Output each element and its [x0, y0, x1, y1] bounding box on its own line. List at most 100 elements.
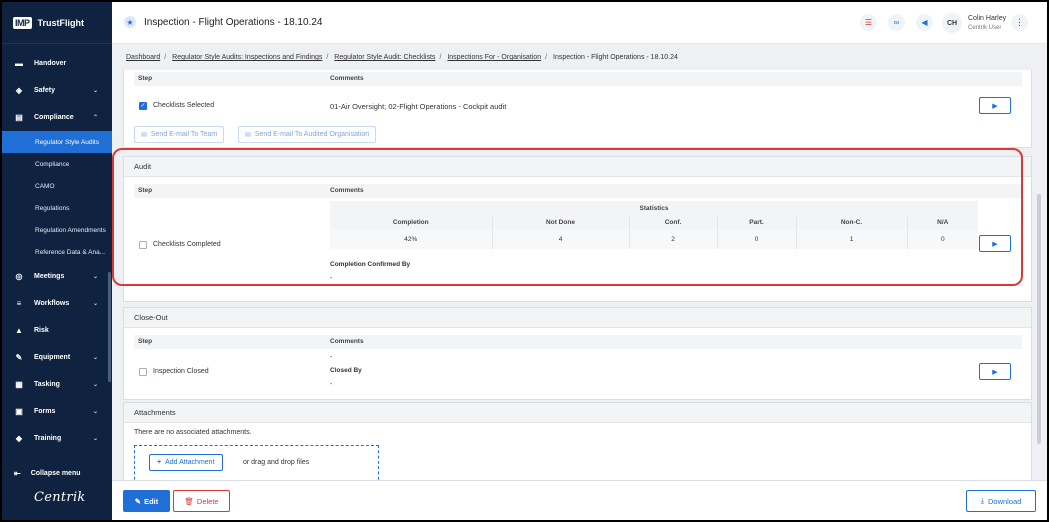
- breadcrumb-inspections-findings[interactable]: Regulator Style Audits: Inspections and …: [172, 54, 322, 61]
- run-step-button[interactable]: ▶: [979, 235, 1011, 252]
- meetings-icon: ◎: [15, 272, 23, 281]
- attachments-card: Attachments There are no associated atta…: [123, 402, 1032, 485]
- table-header: Step Comments: [134, 335, 1022, 349]
- download-button[interactable]: ⤓ Download: [966, 490, 1036, 512]
- table-header: Step Comments: [134, 72, 1022, 86]
- stat-value-completion: 42%: [330, 229, 493, 249]
- sidebar-scrollbar[interactable]: [108, 272, 111, 382]
- sidebar-item-equipment[interactable]: ✎ Equipment ⌄: [2, 344, 112, 371]
- collapse-menu-button[interactable]: ⇤ Collapse menu: [2, 462, 112, 484]
- sidebar-item-label: Handover: [34, 60, 67, 67]
- avatar[interactable]: CH: [942, 13, 962, 33]
- audit-statistics-table: Statistics Completion Not Done Conf. Par…: [330, 201, 978, 249]
- handover-icon: ▬: [15, 59, 23, 68]
- collapse-menu-label: Collapse menu: [30, 469, 81, 477]
- megaphone-icon[interactable]: ◀: [916, 14, 933, 31]
- checklists-completed-checkbox[interactable]: [139, 241, 147, 249]
- sidebar-item-label: Forms: [34, 408, 56, 415]
- more-options-icon[interactable]: ⋮: [1011, 14, 1028, 31]
- download-icon: ⤓: [980, 496, 984, 505]
- sidebar-subitem-reference-data[interactable]: Reference Data & Ana...: [2, 241, 112, 263]
- delete-button[interactable]: 🗑 Delete: [173, 490, 230, 512]
- sidebar-item-forms[interactable]: ▣ Forms ⌄: [2, 398, 112, 425]
- sidebar-item-workflows[interactable]: ≡ Workflows ⌄: [2, 290, 112, 317]
- stat-header-conf: Conf.: [629, 215, 718, 229]
- sidebar-item-tasking[interactable]: ▦ Tasking ⌄: [2, 371, 112, 398]
- user-name: Colin Harley: [968, 15, 1007, 22]
- col-comments: Comments: [330, 338, 364, 345]
- checklists-selected-checkbox[interactable]: ✓: [139, 102, 147, 110]
- button-label: Add Attachment: [165, 459, 215, 466]
- risk-icon: ▲: [15, 326, 23, 335]
- wrench-icon: ✎: [15, 353, 23, 362]
- attachment-dropzone[interactable]: + Add Attachment or drag and drop files: [134, 445, 379, 485]
- stat-header-part: Part.: [717, 215, 797, 229]
- tasking-icon: ▦: [15, 380, 23, 389]
- sidebar-subitem-camo[interactable]: CAMO: [2, 175, 112, 197]
- send-email-team-button[interactable]: ✉ Send E-mail To Team: [134, 126, 225, 143]
- breadcrumb-inspections-for-organisation[interactable]: Inspections For - Organisation: [447, 54, 541, 61]
- chevron-down-icon: ⌄: [92, 274, 98, 280]
- envelope-icon: ✉: [141, 131, 147, 139]
- breadcrumb-checklists[interactable]: Regulator Style Audit: Checklists: [334, 54, 435, 61]
- page-title-main: Inspection: [144, 17, 190, 28]
- breadcrumb-dashboard[interactable]: Dashboard: [126, 54, 160, 61]
- col-step: Step: [138, 338, 153, 345]
- sidebar-subitem-regulations[interactable]: Regulations: [2, 197, 112, 219]
- link-icon[interactable]: ∞: [888, 14, 905, 31]
- chevron-down-icon: ⌄: [92, 88, 98, 94]
- sidebar-item-compliance[interactable]: ▤ Compliance ⌃: [2, 104, 112, 131]
- database-icon[interactable]: ☰: [860, 14, 877, 31]
- run-step-button[interactable]: ▶: [979, 97, 1011, 114]
- breadcrumb: Dashboard / Regulator Style Audits: Inspe…: [126, 54, 678, 61]
- closed-by-value: -: [330, 381, 333, 388]
- chevron-down-icon: ⌄: [92, 382, 98, 388]
- shield-icon: ◈: [15, 86, 23, 95]
- add-attachment-button[interactable]: + Add Attachment: [149, 454, 223, 471]
- sidebar: IMP TrustFlight ▬ Handover ◈ Safety ⌄ ▤ …: [2, 2, 112, 520]
- workflow-icon: ≡: [16, 299, 22, 308]
- step-label: Inspection Closed: [153, 368, 209, 375]
- run-step-button[interactable]: ▶: [979, 363, 1011, 380]
- send-email-org-button[interactable]: ✉ Send E-mail To Audited Organisation: [238, 126, 377, 143]
- sidebar-item-label: Risk: [34, 327, 49, 334]
- button-label: Delete: [196, 496, 219, 506]
- inspection-closed-checkbox[interactable]: [139, 368, 147, 376]
- sidebar-subitem-regulator-style-audits[interactable]: Regulator Style Audits: [2, 131, 112, 153]
- button-label: Download: [987, 496, 1022, 506]
- play-icon: ▶: [992, 240, 998, 248]
- brand-logo: IMP: [13, 16, 32, 29]
- audit-title: Audit: [124, 157, 1031, 177]
- chevron-down-icon: ⌄: [92, 355, 98, 361]
- sidebar-item-risk[interactable]: ▲ Risk: [2, 317, 112, 344]
- header: ★ Inspection - Flight Operations - 18.10…: [112, 2, 1047, 44]
- stat-header-completion: Completion: [330, 215, 493, 229]
- closed-by-label: Closed By: [330, 367, 362, 374]
- graduation-icon: ◆: [15, 434, 23, 443]
- edit-button[interactable]: ✎ Edit: [123, 490, 170, 512]
- sidebar-item-label: Training: [34, 435, 62, 442]
- star-icon[interactable]: ★: [124, 16, 136, 28]
- content-scrollbar[interactable]: [1037, 194, 1041, 444]
- sidebar-item-training[interactable]: ◆ Training ⌄: [2, 425, 112, 452]
- page-title-sub: - Flight Operations - 18.10.24: [189, 17, 323, 28]
- sidebar-nav: ▬ Handover ◈ Safety ⌄ ▤ Compliance ⌃ Reg…: [2, 50, 112, 452]
- close-out-card: Close-Out Step Comments - Inspection Clo…: [123, 307, 1032, 400]
- sidebar-subitem-compliance[interactable]: Compliance: [2, 153, 112, 175]
- brand[interactable]: IMP TrustFlight: [2, 2, 112, 44]
- stat-header-not-done: Not Done: [492, 215, 630, 229]
- sidebar-item-meetings[interactable]: ◎ Meetings ⌄: [2, 263, 112, 290]
- stat-value-conf: 2: [629, 229, 718, 249]
- close-out-title: Close-Out: [124, 308, 1031, 328]
- stat-value-non-c: 1: [796, 229, 908, 249]
- user-role: Centrik User: [968, 25, 1002, 31]
- attachments-empty-text: There are no associated attachments.: [134, 429, 252, 436]
- stat-value-na: 0: [907, 229, 978, 249]
- col-comments: Comments: [330, 75, 364, 82]
- sidebar-item-handover[interactable]: ▬ Handover: [2, 50, 112, 77]
- col-step: Step: [138, 187, 153, 194]
- sidebar-item-safety[interactable]: ◈ Safety ⌄: [2, 77, 112, 104]
- step-label: Checklists Completed: [153, 241, 221, 248]
- sidebar-subitem-regulation-amendments[interactable]: Regulation Amendments: [2, 219, 112, 241]
- sidebar-item-label: Workflows: [34, 300, 70, 307]
